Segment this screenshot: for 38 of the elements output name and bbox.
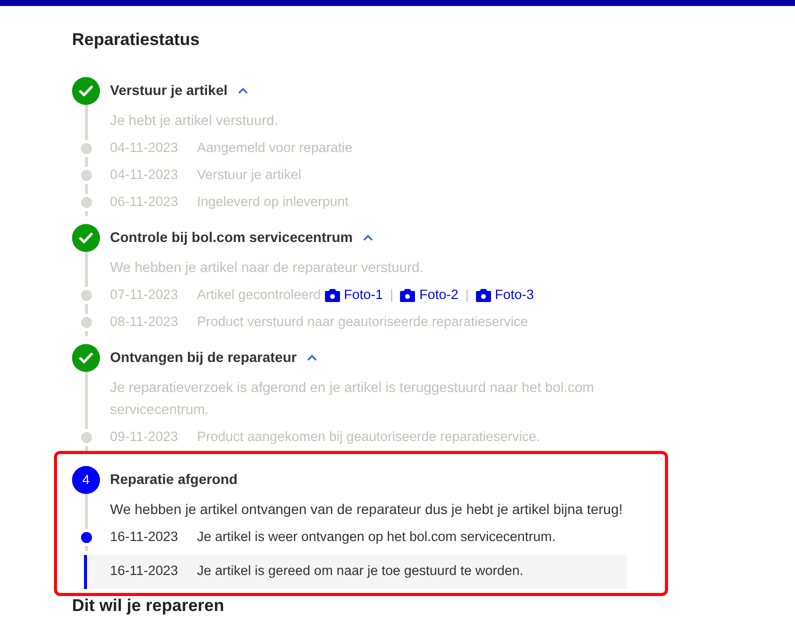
event-date: 04-11-2023: [110, 138, 180, 157]
event-text: Je artikel is weer ontvangen op het bol.com servicecentrum.: [197, 528, 556, 546]
event-text: Verstuur je artikel: [197, 166, 302, 184]
step-number: 4: [72, 466, 100, 494]
event-date: 08-11-2023: [110, 312, 180, 331]
event-text: Je artikel is gereed om naar je toe gestuurd te worden.: [197, 562, 524, 580]
step-title: Controle bij bol.com servicecentrum: [110, 228, 353, 247]
event-text: Artikel gecontroleerd: [197, 286, 321, 304]
link-separator: |: [465, 286, 469, 304]
chevron-up-icon[interactable]: [362, 234, 373, 241]
step-title: Ontvangen bij de reparateur: [110, 348, 297, 367]
event-text: Product aangekomen bij geautoriseerde reparatieservice.: [197, 428, 540, 446]
step-title: Reparatie afgerond: [110, 470, 238, 489]
event-date: 16-11-2023: [110, 528, 180, 546]
photo-link[interactable]: Foto-1: [344, 284, 383, 306]
step-title: Verstuur je artikel: [110, 81, 228, 100]
step-description: Je reparatieverzoek is afgerond en je artikel is teruggestuurd naar het bol.com servicecentrum.: [110, 378, 596, 418]
step-description: We hebben je artikel naar de reparateur verstuurd.: [110, 258, 424, 277]
section-heading: Reparatiestatus: [72, 29, 201, 51]
event-text: Aangemeld voor reparatie: [197, 138, 352, 157]
event-date: 16-11-2023: [110, 562, 180, 580]
section-heading: Dit wil je repareren: [72, 596, 226, 616]
photo-link[interactable]: Foto-3: [494, 284, 534, 306]
chevron-up-icon[interactable]: [238, 87, 248, 94]
step-description: We hebben je artikel ontvangen van de reparateur dus je hebt je artikel bijna terug!: [110, 500, 624, 519]
event-date: 09-11-2023: [110, 428, 180, 446]
camera-icon: [476, 288, 491, 302]
camera-icon: [400, 288, 416, 302]
event-text: Product verstuurd naar geautoriseerde reparatieservice: [197, 312, 528, 331]
camera-icon: [324, 288, 340, 302]
photo-link[interactable]: Foto-2: [419, 284, 458, 306]
event-date: 07-11-2023: [110, 286, 180, 304]
link-separator: |: [390, 286, 394, 304]
step-description: Je hebt je artikel verstuurd.: [110, 110, 280, 130]
event-text: Ingeleverd op inleverpunt: [197, 192, 349, 211]
chevron-up-icon[interactable]: [306, 354, 317, 361]
event-date: 04-11-2023: [110, 166, 180, 184]
event-date: 06-11-2023: [110, 192, 180, 211]
